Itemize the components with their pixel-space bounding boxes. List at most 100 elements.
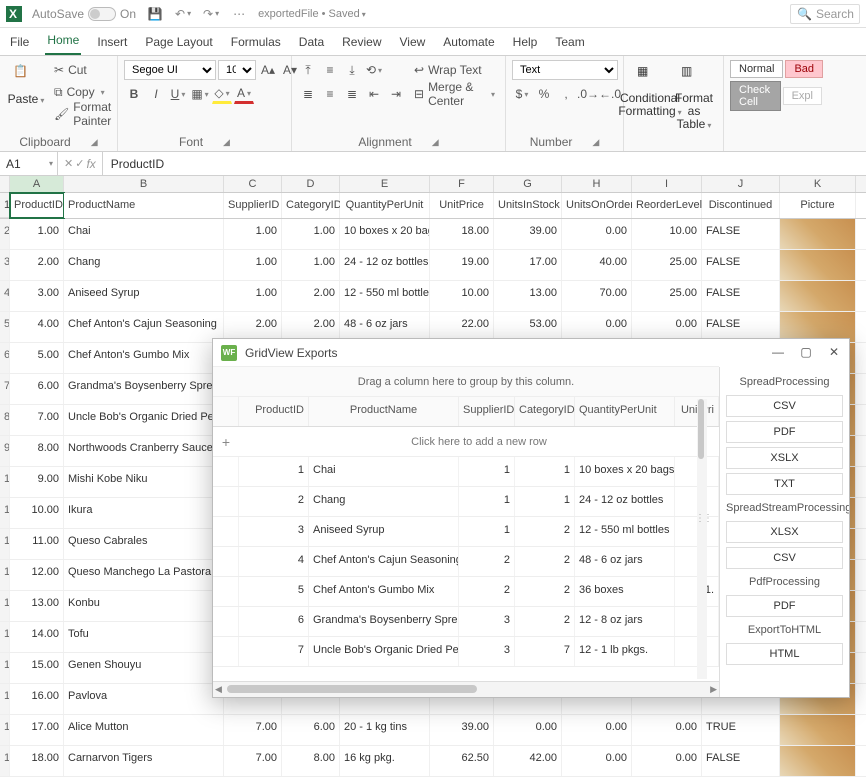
cell[interactable]: 3.00 (10, 281, 64, 311)
cell[interactable]: 4.00 (10, 312, 64, 342)
tab-home[interactable]: Home (45, 27, 81, 55)
row-header[interactable]: 19 (0, 746, 10, 776)
dialog-cell[interactable]: 12 - 550 ml bottles (575, 517, 675, 546)
cell[interactable]: 0.00 (562, 746, 632, 776)
row-header[interactable]: 8 (0, 405, 10, 435)
cell[interactable]: 15.00 (10, 653, 64, 683)
minimize-icon[interactable]: — (769, 343, 787, 361)
decrease-decimal-icon[interactable]: ←.0 (600, 84, 620, 104)
tab-review[interactable]: Review (340, 29, 383, 55)
dialog-cell[interactable]: 2 (515, 577, 575, 606)
align-middle-icon[interactable]: ≡ (320, 60, 340, 80)
table-row[interactable]: 1817.00Alice Mutton7.006.0020 - 1 kg tin… (0, 715, 866, 746)
close-icon[interactable]: ✕ (825, 343, 843, 361)
dialog-v-scrollbar[interactable] (697, 399, 707, 679)
scroll-thumb[interactable] (698, 399, 704, 459)
cell[interactable]: Alice Mutton (64, 715, 224, 745)
col-header-A[interactable]: A (10, 176, 64, 192)
dialog-cell[interactable]: Chang (309, 487, 459, 516)
dialog-cell[interactable]: 1 (459, 457, 515, 486)
cell[interactable]: 14.00 (10, 622, 64, 652)
dialog-cell[interactable]: Chef Anton's Gumbo Mix (309, 577, 459, 606)
dialog-cell[interactable]: Chef Anton's Cajun Seasoning (309, 547, 459, 576)
dialog-row[interactable]: 4Chef Anton's Cajun Seasoning2248 - 6 oz… (213, 547, 719, 577)
tab-page-layout[interactable]: Page Layout (143, 29, 214, 55)
scroll-thumb[interactable] (227, 685, 477, 693)
col-header-I[interactable]: I (632, 176, 702, 192)
font-color-button[interactable]: A (234, 84, 254, 104)
dialog-cell[interactable]: 2 (459, 577, 515, 606)
align-left-icon[interactable]: ≣ (298, 84, 318, 104)
dialog-cell[interactable]: 24 - 12 oz bottles (575, 487, 675, 516)
group-drop-area[interactable]: Drag a column here to group by this colu… (213, 367, 719, 397)
cut-button[interactable]: ✂Cut (50, 60, 115, 80)
cell[interactable]: 2.00 (10, 250, 64, 280)
increase-decimal-icon[interactable]: .0→ (578, 84, 598, 104)
tab-formulas[interactable]: Formulas (229, 29, 283, 55)
dialog-cell[interactable]: 12 - 1 lb pkgs. (575, 637, 675, 666)
dialog-launcher-icon[interactable]: ◢ (91, 137, 98, 148)
undo-icon[interactable]: ↶ (174, 5, 192, 23)
cell[interactable]: 39.00 (494, 219, 562, 249)
picture-cell[interactable] (780, 219, 856, 249)
font-size-select[interactable]: 10.5 (218, 60, 256, 80)
row-header[interactable]: 1 (0, 193, 10, 218)
italic-button[interactable]: I (146, 84, 166, 104)
fill-color-button[interactable]: ◇ (212, 84, 232, 104)
save-icon[interactable]: 💾 (146, 5, 164, 23)
cell[interactable]: 20 - 1 kg tins (340, 715, 430, 745)
field-header[interactable]: UnitsOnOrder (562, 193, 632, 218)
row-header[interactable]: 5 (0, 312, 10, 342)
table-row[interactable]: 1918.00Carnarvon Tigers7.008.0016 kg pkg… (0, 746, 866, 777)
dialog-col-header[interactable]: ProductID (239, 397, 309, 426)
cell[interactable]: 11.00 (10, 529, 64, 559)
dialog-col-header[interactable]: SupplierID (459, 397, 515, 426)
dialog-cell[interactable]: 1 (459, 517, 515, 546)
dialog-titlebar[interactable]: WF GridView Exports (213, 339, 719, 367)
file-title[interactable]: exportedFile • Saved (258, 8, 366, 20)
cell[interactable]: 24 - 12 oz bottles (340, 250, 430, 280)
row-header[interactable]: 9 (0, 436, 10, 466)
row-header[interactable]: 17 (0, 684, 10, 714)
bold-button[interactable]: B (124, 84, 144, 104)
qat-customize-icon[interactable]: ⋯ (230, 5, 248, 23)
dialog-cell[interactable]: 2 (239, 487, 309, 516)
dialog-col-header[interactable]: ProductName (309, 397, 459, 426)
field-header[interactable]: QuantityPerUnit (340, 193, 430, 218)
row-header[interactable]: 15 (0, 622, 10, 652)
align-center-icon[interactable]: ≡ (320, 84, 340, 104)
field-header[interactable]: UnitPrice (430, 193, 494, 218)
row-header[interactable]: 16 (0, 653, 10, 683)
cell[interactable]: TRUE (702, 715, 780, 745)
cell[interactable]: 8.00 (10, 436, 64, 466)
cell[interactable]: Grandma's Boysenberry Spread (64, 374, 224, 404)
cell[interactable]: FALSE (702, 746, 780, 776)
align-bottom-icon[interactable]: ⤓ (342, 60, 362, 80)
cell[interactable]: Queso Manchego La Pastora (64, 560, 224, 590)
export-option-html[interactable]: HTML (726, 643, 843, 665)
tab-automate[interactable]: Automate (441, 29, 496, 55)
dialog-launcher-icon[interactable]: ◢ (432, 137, 439, 148)
cell[interactable]: 6.00 (10, 374, 64, 404)
tab-insert[interactable]: Insert (95, 29, 129, 55)
comma-format-icon[interactable]: , (556, 84, 576, 104)
row-header[interactable]: 11 (0, 498, 10, 528)
scroll-left-icon[interactable]: ◀ (215, 684, 222, 695)
cell[interactable]: 17.00 (494, 250, 562, 280)
row-header[interactable]: 3 (0, 250, 10, 280)
row-header[interactable]: 13 (0, 560, 10, 590)
cell[interactable]: 1.00 (282, 219, 340, 249)
style-check-cell[interactable]: Check Cell (730, 81, 781, 111)
dialog-cell[interactable]: Grandma's Boysenberry Spread (309, 607, 459, 636)
table-row[interactable]: 21.00Chai1.001.0010 boxes x 20 bags18.00… (0, 219, 866, 250)
cell[interactable]: 0.00 (494, 715, 562, 745)
cell[interactable]: Konbu (64, 591, 224, 621)
table-row[interactable]: 43.00Aniseed Syrup1.002.0012 - 550 ml bo… (0, 281, 866, 312)
col-header-F[interactable]: F (430, 176, 494, 192)
cell[interactable]: 70.00 (562, 281, 632, 311)
row-header[interactable]: 2 (0, 219, 10, 249)
col-header-E[interactable]: E (340, 176, 430, 192)
export-option-xlsx[interactable]: XLSX (726, 521, 843, 543)
format-as-table-button[interactable]: ▥ Format as Table (674, 60, 714, 136)
dialog-col-header[interactable] (213, 397, 239, 426)
